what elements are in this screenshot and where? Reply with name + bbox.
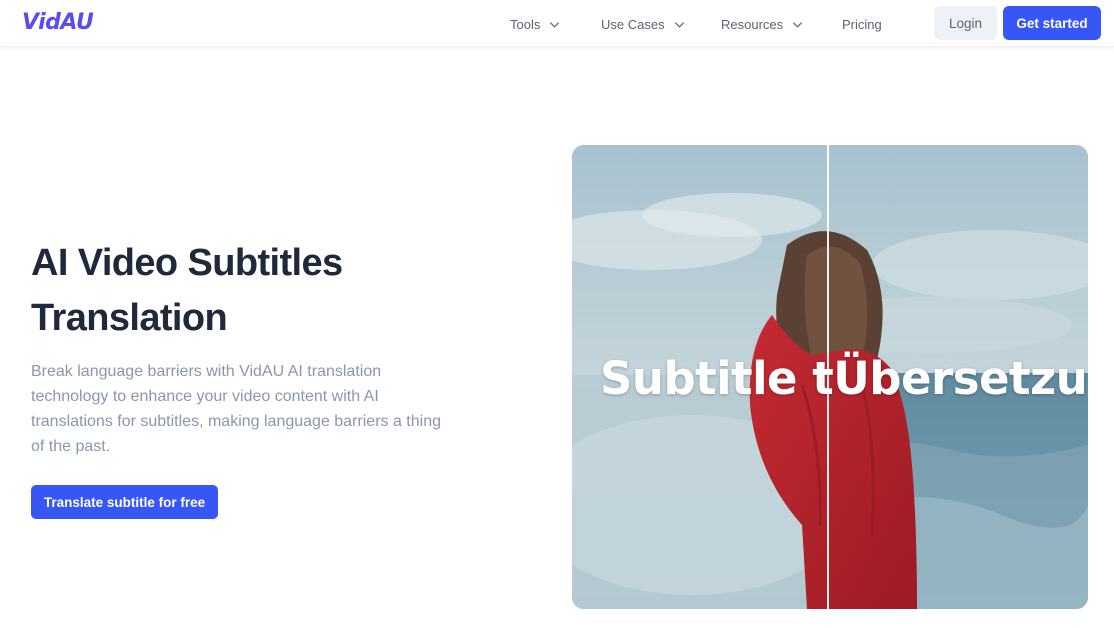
top-navbar: VidAU Tools Use Cases Resources Pricing … [0, 0, 1114, 47]
nav-tools[interactable]: Tools [510, 15, 560, 33]
get-started-button[interactable]: Get started [1003, 6, 1101, 40]
hero-video-preview[interactable]: Subtitle tÜbersetzung: [572, 145, 1088, 609]
subtitle-overlay-text: Subtitle tÜbersetzung: [600, 352, 1088, 405]
nav-tools-label: Tools [510, 16, 541, 32]
nav-resources[interactable]: Resources [721, 15, 803, 33]
chevron-down-icon [793, 21, 803, 28]
nav-pricing[interactable]: Pricing [842, 15, 882, 33]
nav-use-cases[interactable]: Use Cases [601, 15, 685, 33]
nav-use-cases-label: Use Cases [601, 16, 665, 32]
nav-resources-label: Resources [721, 16, 784, 32]
nav-pricing-label: Pricing [842, 16, 882, 32]
vidau-logo[interactable]: VidAU [22, 10, 94, 35]
chevron-down-icon [550, 21, 560, 28]
translate-subtitle-cta-button[interactable]: Translate subtitle for free [31, 485, 218, 519]
hero-description: Break language barriers with VidAU AI tr… [31, 363, 441, 455]
login-button[interactable]: Login [934, 6, 997, 40]
chevron-down-icon [674, 21, 684, 28]
hero-title-line2: Translation [31, 297, 228, 339]
hero-title-line1: AI Video Subtitles [31, 242, 343, 284]
hero-title: AI Video Subtitles Translation [31, 236, 531, 346]
